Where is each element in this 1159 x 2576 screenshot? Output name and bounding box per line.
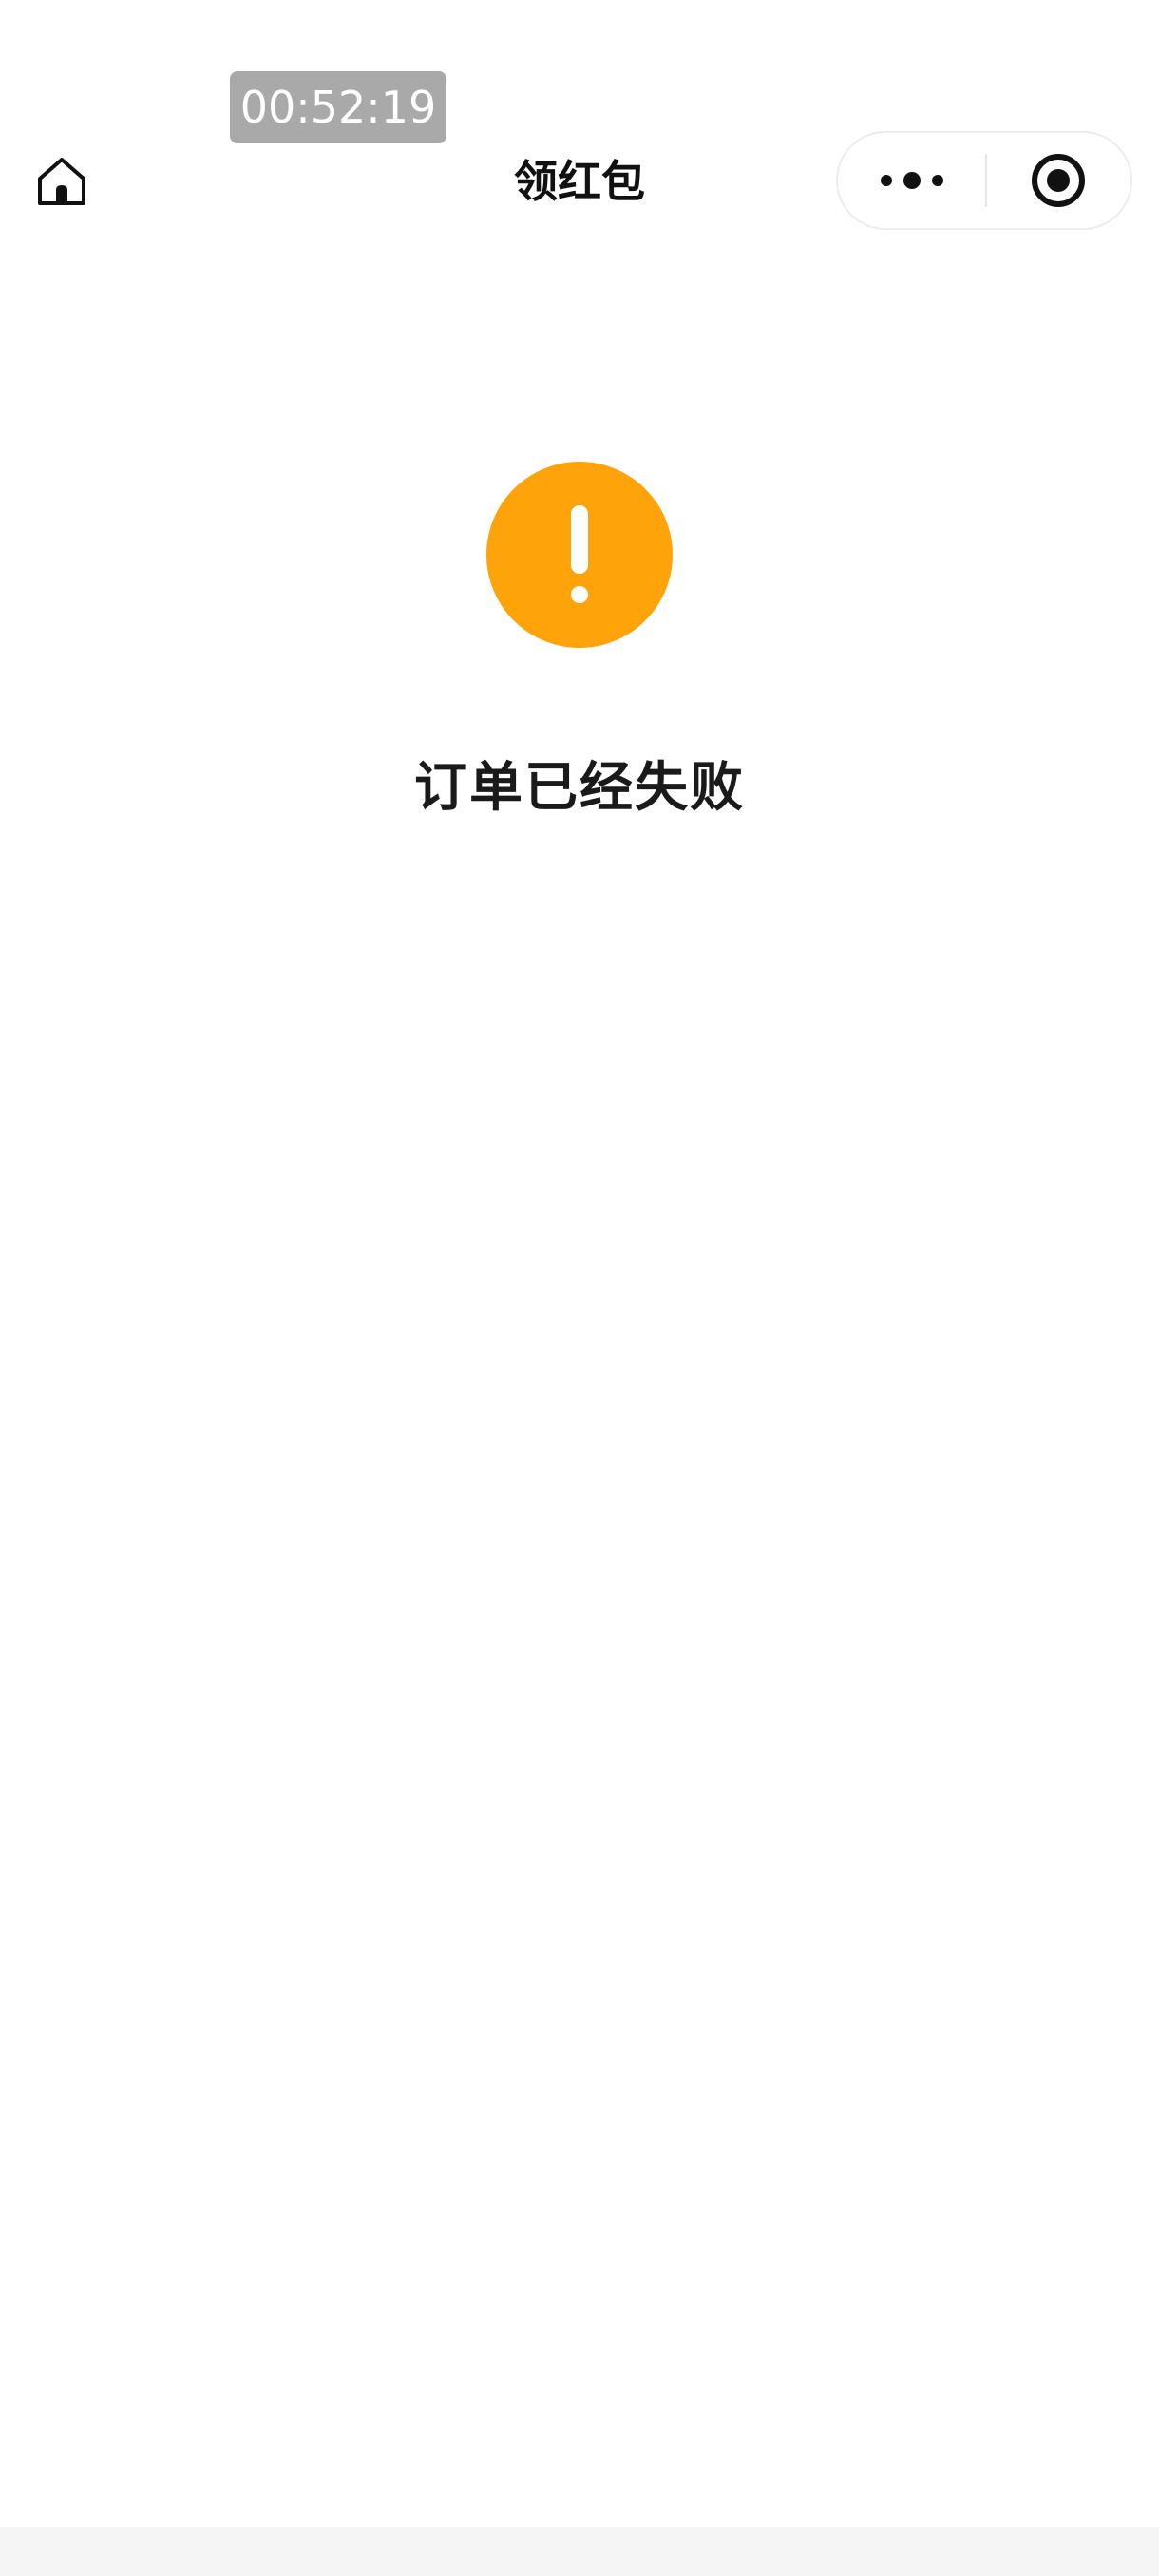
close-button[interactable] — [986, 133, 1130, 228]
page: 00:52:19 领红包 订单已经失败 — [0, 0, 1159, 2576]
more-button[interactable] — [838, 133, 986, 228]
home-icon — [38, 158, 86, 205]
navigation-bar: 领红包 — [0, 129, 1159, 234]
bottom-safe-area — [0, 2527, 1159, 2576]
record-circle-icon — [1032, 154, 1085, 207]
more-dots-icon — [881, 172, 943, 189]
mini-program-capsule — [836, 131, 1132, 230]
home-button[interactable] — [28, 150, 95, 213]
warning-exclamation-icon — [486, 462, 673, 648]
status-message: 订单已经失败 — [414, 757, 745, 819]
